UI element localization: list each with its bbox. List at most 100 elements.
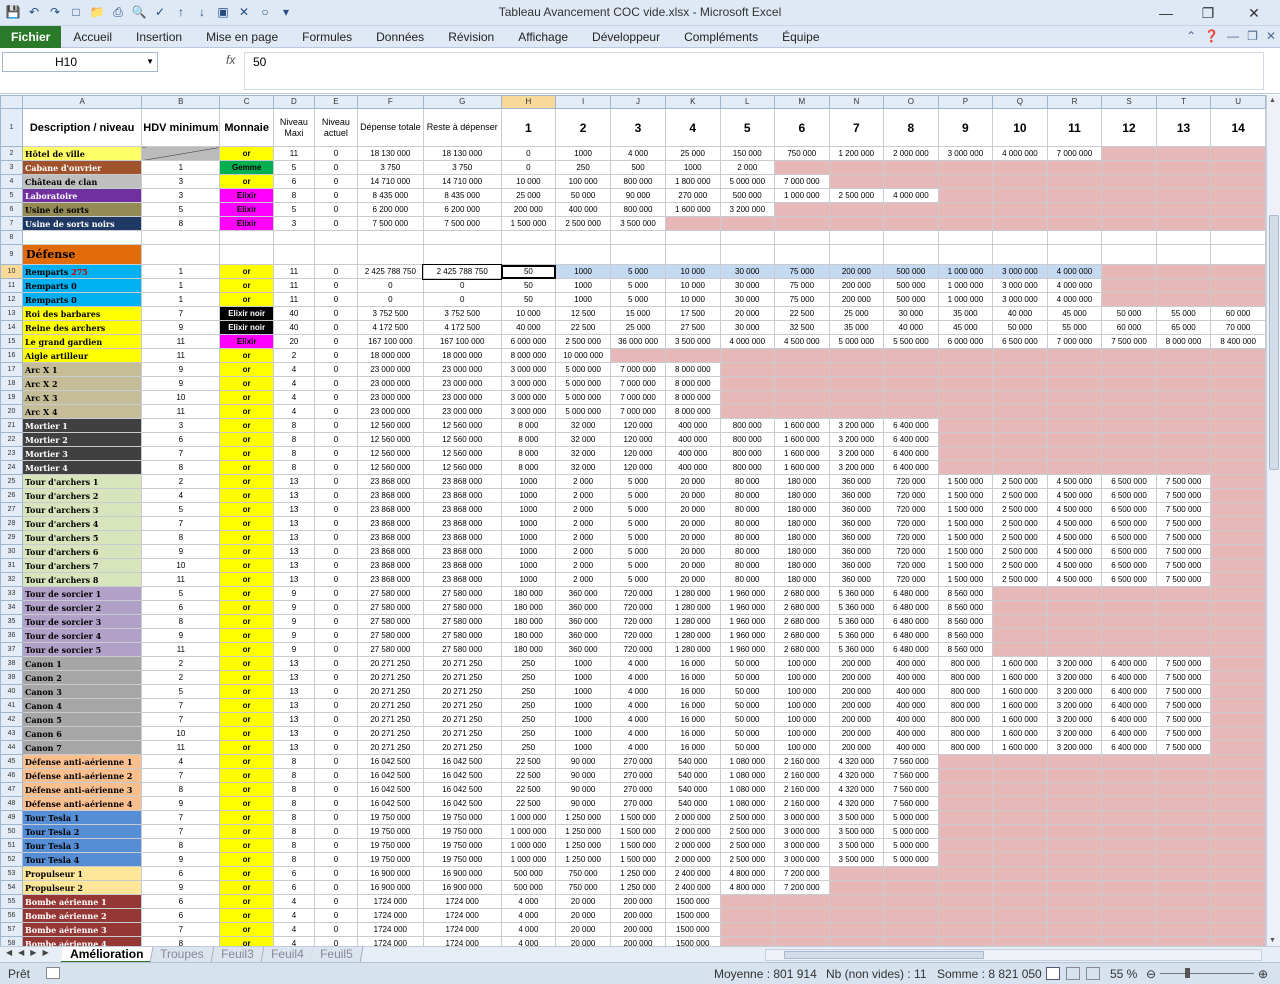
level-cost-cell[interactable]: 1 600 000 <box>774 446 830 461</box>
level-cost-cell[interactable] <box>1155 810 1212 825</box>
level-cost-cell[interactable] <box>1046 586 1103 601</box>
row-header[interactable]: 33 <box>0 586 23 601</box>
zoom-out-icon[interactable]: ⊖ <box>1146 967 1156 981</box>
level-cost-cell[interactable] <box>1155 362 1212 377</box>
level-cost-cell[interactable]: 800 000 <box>937 726 994 741</box>
level-cost-cell[interactable]: 55 000 <box>1155 306 1212 321</box>
horizontal-scroll-thumb[interactable] <box>784 951 984 959</box>
max-level-cell[interactable]: 20 <box>272 334 315 349</box>
remaining-cost-cell[interactable]: 20 271 250 <box>422 684 502 699</box>
level-cost-cell[interactable]: 16 000 <box>664 670 721 685</box>
max-level-cell[interactable]: 8 <box>272 824 315 839</box>
level-cost-cell[interactable]: 800 000 <box>937 684 994 699</box>
level-cost-cell[interactable] <box>1101 796 1157 811</box>
level-cost-cell[interactable] <box>1155 908 1212 923</box>
level-cost-cell[interactable]: 100 000 <box>774 726 830 741</box>
level-cost-cell[interactable] <box>1046 460 1103 475</box>
hdv-cell[interactable]: 10 <box>141 726 221 741</box>
tab-7[interactable]: Développeur <box>580 26 672 48</box>
hdv-cell[interactable]: 9 <box>141 320 221 335</box>
level-cost-cell[interactable]: 200 000 <box>828 278 885 293</box>
level-cost-cell[interactable] <box>1210 824 1266 839</box>
level-cost-cell[interactable] <box>1101 936 1157 946</box>
level-cost-cell[interactable] <box>1155 614 1212 629</box>
row-header[interactable]: 37 <box>0 642 23 657</box>
currency-cell[interactable]: or <box>219 824 274 839</box>
level-cost-cell[interactable] <box>992 418 1048 433</box>
level-cost-cell[interactable] <box>883 376 939 391</box>
level-cost-cell[interactable] <box>1210 656 1266 671</box>
current-level-cell[interactable]: 0 <box>313 558 358 573</box>
remaining-cost-cell[interactable]: 16 900 000 <box>422 866 502 881</box>
level-cost-cell[interactable] <box>1101 160 1157 175</box>
max-level-cell[interactable]: 8 <box>272 754 315 769</box>
level-cost-cell[interactable]: 4 500 000 <box>1046 544 1103 559</box>
level-cost-cell[interactable]: 8 000 000 <box>664 376 721 391</box>
level-cost-cell[interactable] <box>1101 362 1157 377</box>
level-cost-cell[interactable]: 50 000 <box>719 726 776 741</box>
max-level-cell[interactable]: 13 <box>272 712 315 727</box>
level-cost-cell[interactable] <box>1046 446 1103 461</box>
hdv-cell[interactable]: 1 <box>141 292 221 307</box>
currency-cell[interactable]: or <box>219 782 274 797</box>
currency-cell[interactable]: or <box>219 712 274 727</box>
level-cost-cell[interactable]: 1 500 000 <box>937 558 994 573</box>
level-cost-cell[interactable]: 50 <box>500 292 557 307</box>
level-cost-cell[interactable] <box>1101 264 1157 279</box>
total-cost-cell[interactable]: 23 868 000 <box>356 474 424 489</box>
level-cost-cell[interactable]: 120 000 <box>610 460 666 475</box>
max-level-cell[interactable]: 13 <box>272 516 315 531</box>
level-cost-cell[interactable] <box>937 216 994 231</box>
level-cost-cell[interactable] <box>1046 202 1103 217</box>
level-cost-cell[interactable]: 2 680 000 <box>774 614 830 629</box>
level-cost-cell[interactable]: 200 000 <box>610 908 666 923</box>
level-cost-cell[interactable] <box>1210 712 1266 727</box>
remaining-cost-cell[interactable]: 3 750 <box>422 160 502 175</box>
level-cost-cell[interactable]: 20 000 <box>664 544 721 559</box>
max-level-cell[interactable]: 9 <box>272 614 315 629</box>
level-cost-cell[interactable]: 5 000 <box>610 572 666 587</box>
level-cost-cell[interactable] <box>937 936 994 946</box>
level-cost-cell[interactable]: 180 000 <box>500 642 557 657</box>
max-level-cell[interactable]: 8 <box>272 810 315 825</box>
hdv-cell[interactable]: 1 <box>141 264 221 279</box>
level-cost-cell[interactable] <box>1046 160 1103 175</box>
restore-button[interactable]: ❐ <box>1192 2 1224 24</box>
level-cost-cell[interactable]: 40 000 <box>992 306 1048 321</box>
level-cost-cell[interactable]: 720 000 <box>610 600 666 615</box>
level-cost-cell[interactable]: 2 160 000 <box>774 768 830 783</box>
level-cost-cell[interactable]: 400 000 <box>664 418 721 433</box>
header-cell[interactable]: 4 <box>664 108 721 147</box>
level-cost-cell[interactable]: 720 000 <box>883 530 939 545</box>
header-cell[interactable]: 8 <box>883 108 939 147</box>
level-cost-cell[interactable] <box>992 908 1048 923</box>
total-cost-cell[interactable]: 4 172 500 <box>356 320 424 335</box>
level-cost-cell[interactable]: 5 360 000 <box>828 642 885 657</box>
item-name[interactable]: Bombe aérienne 2 <box>21 908 143 923</box>
level-cost-cell[interactable]: 1 600 000 <box>992 684 1048 699</box>
level-cost-cell[interactable]: 400 000 <box>883 712 939 727</box>
currency-cell[interactable]: or <box>219 740 274 755</box>
level-cost-cell[interactable] <box>1210 530 1266 545</box>
level-cost-cell[interactable] <box>1101 404 1157 419</box>
remaining-cost-cell[interactable]: 12 560 000 <box>422 432 502 447</box>
level-cost-cell[interactable]: 200 000 <box>828 726 885 741</box>
level-cost-cell[interactable]: 200 000 <box>828 712 885 727</box>
hdv-cell[interactable]: 8 <box>141 838 221 853</box>
column-header[interactable]: S <box>1101 95 1157 109</box>
current-level-cell[interactable]: 0 <box>313 544 358 559</box>
hdv-cell[interactable]: 7 <box>141 824 221 839</box>
currency-cell[interactable]: or <box>219 768 274 783</box>
current-level-cell[interactable]: 0 <box>313 684 358 699</box>
level-cost-cell[interactable] <box>828 348 885 363</box>
level-cost-cell[interactable] <box>774 908 830 923</box>
currency-cell[interactable]: or <box>219 376 274 391</box>
currency-cell[interactable]: or <box>219 908 274 923</box>
column-header[interactable]: I <box>555 95 612 109</box>
row-header[interactable]: 51 <box>0 838 23 853</box>
level-cost-cell[interactable]: 1000 <box>555 684 612 699</box>
max-level-cell[interactable]: 2 <box>272 348 315 363</box>
level-cost-cell[interactable]: 4 800 000 <box>719 866 776 881</box>
item-name[interactable]: Arc X 4 <box>21 404 143 419</box>
hdv-cell[interactable]: 7 <box>141 810 221 825</box>
